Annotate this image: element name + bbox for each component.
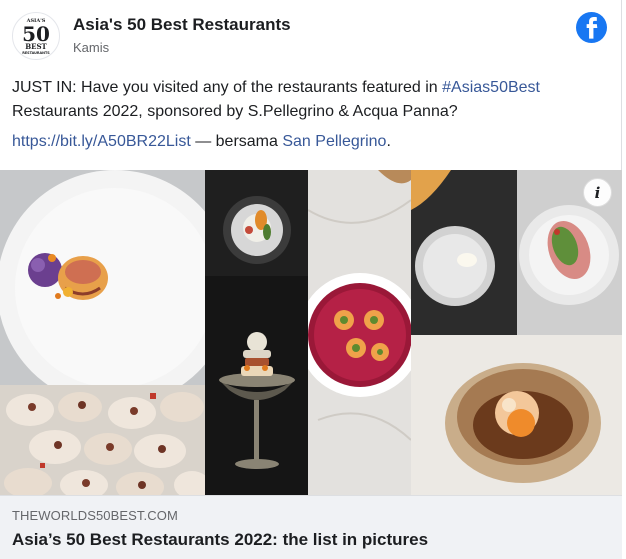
asias-50-best-logo: ASIA'S 50 BEST RESTAURANTS [22,18,50,55]
logo-word: BEST [25,42,47,51]
dish-photo-shells [0,385,205,495]
short-url-link[interactable]: https://bit.ly/A50BR22List [12,133,191,150]
dish-photo-beet-bowl [308,170,411,495]
post-text-part2: Restaurants 2022, sponsored by S.Pellegr… [12,103,458,120]
end-punctuation: . [386,133,391,150]
facebook-icon[interactable] [576,12,607,43]
with-text: — bersama [190,133,283,150]
post-message: JUST IN: Have you visited any of the res… [12,76,607,124]
info-glyph: i [594,183,601,202]
dish-photo-plate [0,170,205,385]
dish-photo-ceramic-bowl [411,335,622,495]
tagged-page-link[interactable]: San Pellegrino [282,133,386,150]
dish-photo-cocktail-glass [205,276,308,495]
post-body: JUST IN: Have you visited any of the res… [12,76,607,154]
page-avatar[interactable]: ASIA'S 50 BEST RESTAURANTS [12,12,60,60]
post-timestamp[interactable]: Kamis [73,40,109,55]
hashtag-link[interactable]: #Asias50Best [442,79,540,96]
dish-photo-grey-plate [411,170,517,335]
post-header: ASIA'S 50 BEST RESTAURANTS Asia's 50 Bes… [12,10,609,62]
photo-collage[interactable]: i [0,170,622,495]
link-preview-domain: THEWORLDS50BEST.COM [12,508,178,523]
post-link-line: https://bit.ly/A50BR22List — bersama San… [12,130,607,154]
link-preview-title[interactable]: Asia’s 50 Best Restaurants 2022: the lis… [12,530,428,550]
page-name[interactable]: Asia's 50 Best Restaurants [73,15,291,35]
link-preview[interactable]: THEWORLDS50BEST.COM Asia’s 50 Best Resta… [0,495,622,559]
post-text-part1: JUST IN: Have you visited any of the res… [12,79,443,96]
post-card: ASIA'S 50 BEST RESTAURANTS Asia's 50 Bes… [0,0,622,559]
info-icon[interactable]: i [583,178,612,207]
dish-photo-dark-bowl [205,170,308,276]
logo-bottom-text: RESTAURANTS [22,51,50,55]
